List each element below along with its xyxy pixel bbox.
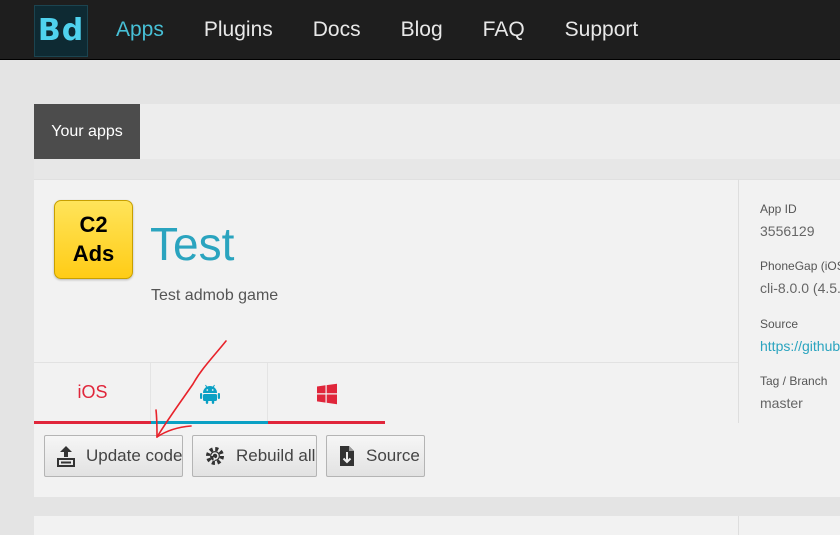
android-icon [199, 384, 220, 404]
your-apps-tab[interactable]: Your apps [34, 104, 140, 159]
nav-item-support[interactable]: Support [565, 0, 639, 60]
source-label: Source [366, 446, 420, 465]
app-id-label: App ID [760, 202, 797, 216]
next-app-card [34, 516, 840, 535]
windows-icon [316, 383, 337, 405]
app-icon-line2: Ads [72, 241, 115, 266]
section-header-strip [34, 159, 840, 179]
tab-windows[interactable] [268, 363, 385, 424]
nav-item-blog[interactable]: Blog [401, 0, 443, 60]
nav-item-docs[interactable]: Docs [313, 0, 361, 60]
tab-android[interactable] [151, 363, 268, 424]
tab-ios-label: iOS [77, 382, 108, 402]
branch-value: master [760, 395, 803, 411]
update-code-button[interactable]: Update code [44, 435, 183, 477]
update-code-label: Update code [86, 446, 183, 465]
app-icon-line1: C2 [79, 212, 108, 237]
rebuild-all-button[interactable]: Rebuild all [192, 435, 317, 477]
gear-refresh-icon [206, 447, 224, 465]
main-nav: Apps Plugins Docs Blog FAQ Support [116, 0, 678, 60]
app-icon[interactable]: C2 Ads [54, 200, 133, 279]
source-info-label: Source [760, 317, 799, 331]
nav-item-apps[interactable]: Apps [116, 0, 164, 60]
logo[interactable]: Bd [34, 5, 88, 57]
branch-label: Tag / Branch [760, 374, 828, 388]
source-link[interactable]: https://github [760, 338, 840, 354]
source-button[interactable]: Source [326, 435, 425, 477]
tab-ios[interactable]: iOS [34, 363, 151, 424]
phonegap-value: cli-8.0.0 (4.5.4 [760, 280, 840, 296]
source-file-icon [340, 446, 354, 466]
app-title[interactable]: Test [150, 214, 234, 274]
nav-item-plugins[interactable]: Plugins [204, 0, 273, 60]
app-description: Test admob game [151, 287, 279, 304]
upload-icon [57, 446, 75, 467]
card-divider [738, 179, 739, 423]
rebuild-all-label: Rebuild all [236, 446, 316, 465]
phonegap-label: PhoneGap (iOS [760, 259, 840, 273]
app-id-value: 3556129 [760, 223, 815, 239]
nav-item-faq[interactable]: FAQ [483, 0, 525, 60]
top-navbar: Bd Apps Plugins Docs Blog FAQ Support [0, 0, 840, 60]
section-header-band [34, 104, 840, 159]
next-card-divider [738, 516, 739, 535]
